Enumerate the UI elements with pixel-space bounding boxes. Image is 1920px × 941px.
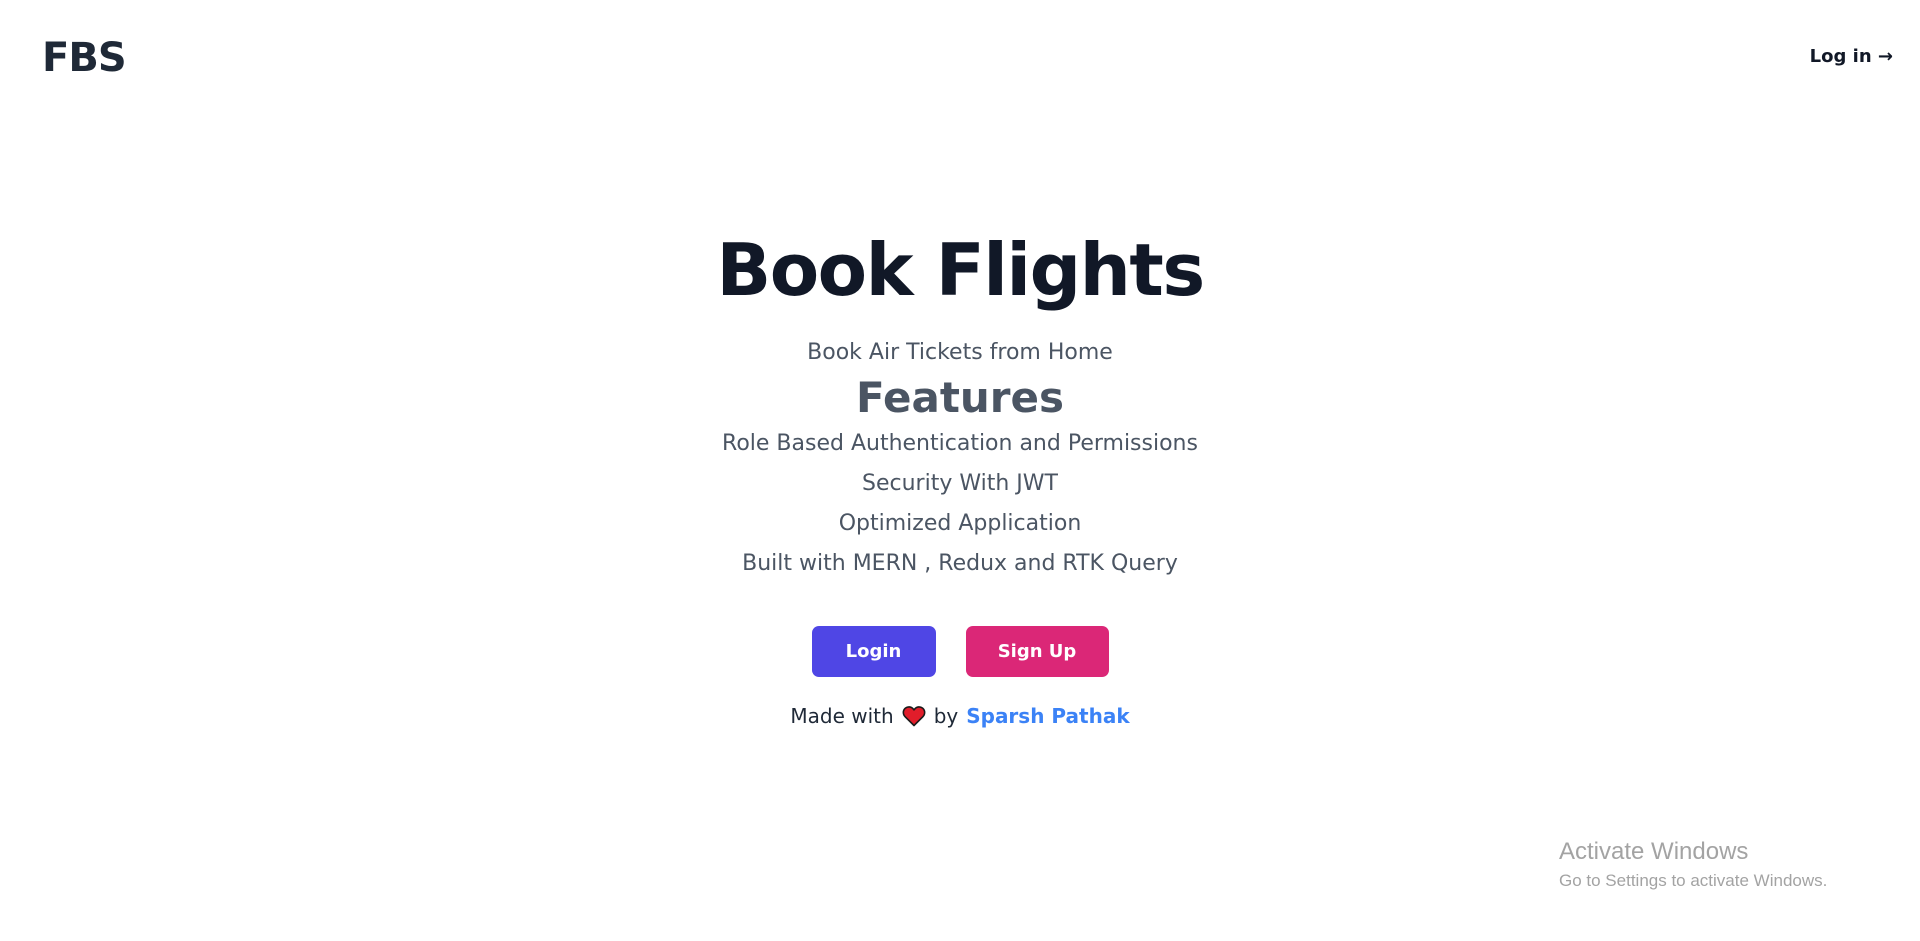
top-nav: FBS Log in →	[0, 0, 1920, 114]
landing-page: FBS Log in → Book Flights Book Air Ticke…	[0, 0, 1920, 941]
header-login-link[interactable]: Log in →	[1810, 45, 1893, 69]
login-button[interactable]: Login	[811, 626, 936, 677]
author-link[interactable]: Sparsh Pathak	[966, 701, 1129, 731]
feature-item-auth: Role Based Authentication and Permission…	[722, 431, 1198, 456]
feature-item-jwt: Security With JWT	[862, 471, 1058, 496]
auth-actions: Login Sign Up	[0, 626, 1920, 677]
feature-item-optimized: Optimized Application	[838, 511, 1082, 536]
credit-prefix: Made with	[790, 704, 894, 728]
features-heading: Features	[856, 373, 1064, 422]
feature-item-stack: Built with MERN , Redux and RTK Query	[742, 551, 1178, 576]
credit-line: Made with by Sparsh Pathak	[0, 701, 1920, 731]
credit-by: by	[933, 704, 959, 728]
page-title: Book Flights	[716, 228, 1205, 312]
site-logo[interactable]: FBS	[42, 34, 127, 82]
hero-section: Book Flights Book Air Tickets from Home …	[0, 224, 1920, 731]
feature-list: Role Based Authentication and Permission…	[0, 424, 1920, 584]
signup-button[interactable]: Sign Up	[965, 626, 1109, 677]
hero-subtitle: Book Air Tickets from Home	[807, 340, 1113, 365]
activate-windows-watermark: Activate Windows Go to Settings to activ…	[1559, 836, 1827, 892]
heart-icon	[902, 705, 926, 727]
watermark-title: Activate Windows	[1559, 838, 1749, 865]
watermark-subtitle: Go to Settings to activate Windows.	[1559, 871, 1828, 890]
